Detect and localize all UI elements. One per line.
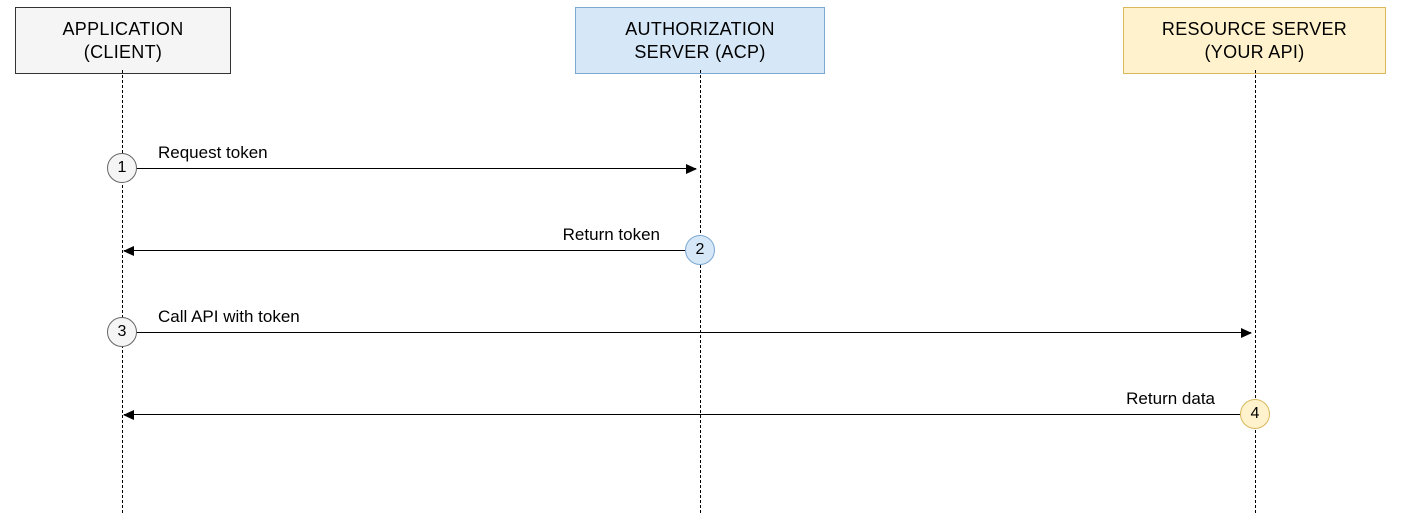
participant-client-line1: APPLICATION (28, 18, 218, 41)
arrow-step-4: Return data (124, 414, 1245, 415)
step-number-2: 2 (696, 241, 705, 259)
sequence-diagram: APPLICATION (CLIENT) AUTHORIZATION SERVE… (0, 0, 1401, 513)
participant-client: APPLICATION (CLIENT) (15, 7, 231, 74)
arrowhead-icon (686, 164, 697, 174)
participant-auth: AUTHORIZATION SERVER (ACP) (575, 7, 825, 74)
arrow-label-3: Call API with token (158, 307, 300, 327)
participant-resource-line2: (YOUR API) (1136, 41, 1373, 64)
participant-resource: RESOURCE SERVER (YOUR API) (1123, 7, 1386, 74)
arrow-label-1: Request token (158, 143, 268, 163)
participant-auth-line2: SERVER (ACP) (588, 41, 812, 64)
participant-client-line2: (CLIENT) (28, 41, 218, 64)
arrow-step-3: Call API with token (130, 332, 1251, 333)
arrow-label-2: Return token (563, 225, 660, 245)
arrowhead-icon (123, 410, 134, 420)
arrow-step-1: Request token (130, 168, 696, 169)
arrow-label-4: Return data (1126, 389, 1215, 409)
participant-resource-line1: RESOURCE SERVER (1136, 18, 1373, 41)
step-marker-4: 4 (1240, 399, 1270, 429)
step-number-4: 4 (1251, 405, 1260, 423)
step-marker-3: 3 (107, 317, 137, 347)
lifeline-client (122, 70, 123, 513)
lifeline-resource (1255, 70, 1256, 513)
lifeline-auth (700, 70, 701, 513)
step-number-3: 3 (118, 323, 127, 341)
step-number-1: 1 (118, 159, 127, 177)
arrowhead-icon (1241, 328, 1252, 338)
step-marker-2: 2 (685, 235, 715, 265)
participant-auth-line1: AUTHORIZATION (588, 18, 812, 41)
step-marker-1: 1 (107, 153, 137, 183)
arrowhead-icon (123, 246, 134, 256)
arrow-step-2: Return token (124, 250, 690, 251)
